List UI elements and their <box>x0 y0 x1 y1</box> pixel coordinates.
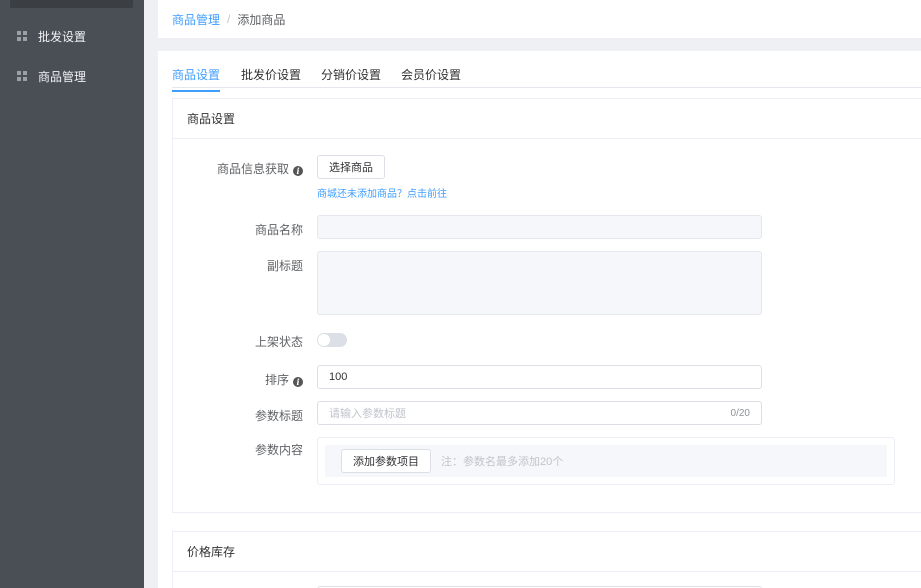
tab-bar: 商品设置 批发价设置 分销价设置 会员价设置 <box>172 51 921 92</box>
info-icon[interactable]: i <box>293 377 303 387</box>
grid-icon <box>17 31 27 41</box>
sidebar-item-label: 批发设置 <box>38 29 87 44</box>
param-content-label: 参数内容 <box>254 443 303 457</box>
goods-name-label: 商品名称 <box>254 223 303 237</box>
card-title: 价格库存 <box>173 532 921 572</box>
subtitle-textarea[interactable] <box>317 251 762 315</box>
price-stock-card: 价格库存 <box>172 531 921 588</box>
add-goods-link[interactable]: 商城还未添加商品？点击前往 <box>317 189 447 200</box>
toggle-knob <box>318 334 330 346</box>
status-toggle[interactable] <box>317 333 347 347</box>
select-goods-button[interactable]: 选择商品 <box>317 155 385 179</box>
breadcrumb-parent-link[interactable]: 商品管理 <box>172 11 220 28</box>
sort-input[interactable]: 100 <box>317 365 762 389</box>
subtitle-label: 副标题 <box>266 259 303 273</box>
char-counter: 0/20 <box>730 407 750 419</box>
goods-name-input[interactable] <box>317 215 762 239</box>
param-title-input[interactable]: 请输入参数标题 0/20 <box>317 401 762 425</box>
tab-wholesale-price[interactable]: 批发价设置 <box>241 66 301 90</box>
breadcrumb: 商品管理 / 添加商品 <box>158 0 921 38</box>
tab-member-price[interactable]: 会员价设置 <box>401 66 461 90</box>
params-box: 添加参数项目 注：参数名最多添加20个 <box>317 437 895 485</box>
info-icon[interactable]: i <box>293 166 303 176</box>
param-title-label: 参数标题 <box>254 409 303 423</box>
fetch-label: 商品信息获取 i <box>217 160 303 177</box>
param-title-placeholder: 请输入参数标题 <box>329 408 406 420</box>
param-note: 注：参数名最多添加20个 <box>441 456 564 468</box>
breadcrumb-current: 添加商品 <box>237 12 286 27</box>
sidebar: 批发设置 商品管理 <box>0 0 144 588</box>
sort-label: 排序 i <box>265 371 303 388</box>
sidebar-logo-block <box>10 0 133 8</box>
params-inner: 添加参数项目 注：参数名最多添加20个 <box>325 445 887 477</box>
sidebar-item-label: 商品管理 <box>38 69 87 84</box>
sidebar-item-wholesale-settings[interactable]: 批发设置 <box>0 18 144 54</box>
main-area: 商品管理 / 添加商品 商品设置 批发价设置 分销价设置 会员价设置 商品设置 … <box>144 0 921 588</box>
status-label: 上架状态 <box>254 335 303 349</box>
tab-goods-settings[interactable]: 商品设置 <box>172 66 221 92</box>
grid-icon <box>17 71 27 81</box>
card-title: 商品设置 <box>173 99 921 139</box>
content-panel: 商品设置 批发价设置 分销价设置 会员价设置 商品设置 商品信息获取 i 选择商品… <box>158 51 921 588</box>
tab-distribution-price[interactable]: 分销价设置 <box>321 66 381 90</box>
breadcrumb-separator: / <box>227 12 231 26</box>
add-param-button[interactable]: 添加参数项目 <box>341 449 431 473</box>
goods-settings-card: 商品设置 商品信息获取 i 选择商品 商城还未添加商品？点击前往 商品名称 副标… <box>172 98 921 513</box>
sidebar-item-goods-management[interactable]: 商品管理 <box>0 58 144 94</box>
